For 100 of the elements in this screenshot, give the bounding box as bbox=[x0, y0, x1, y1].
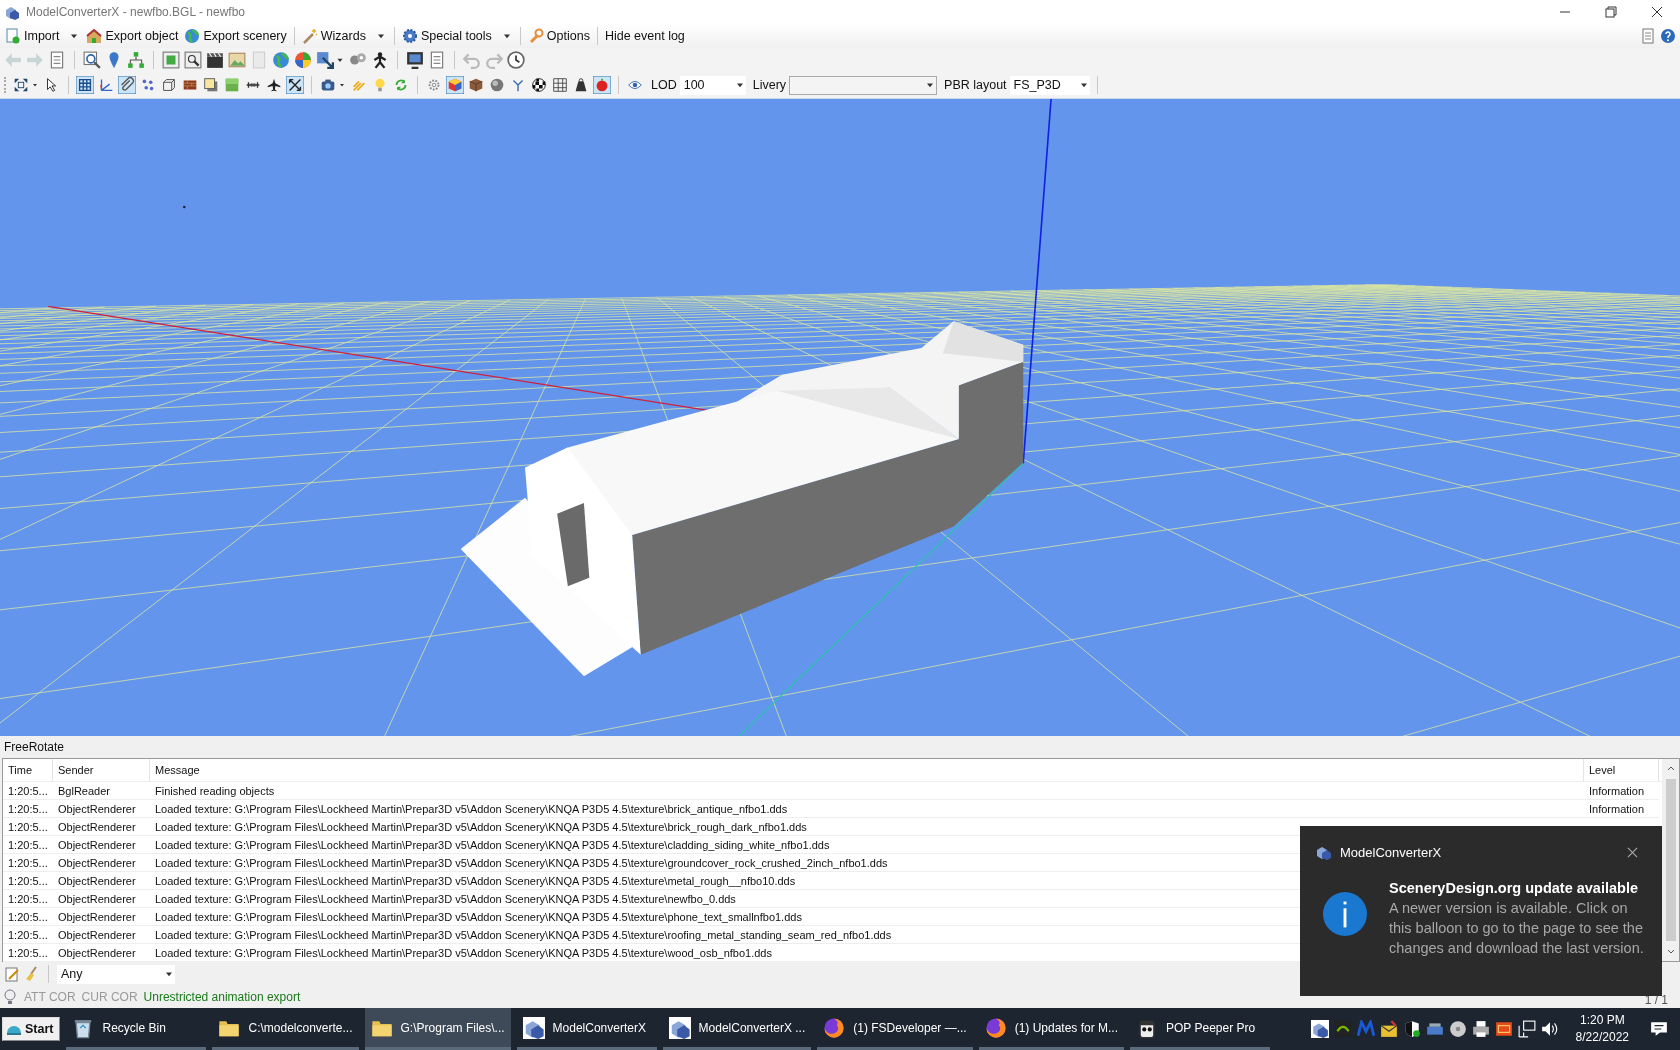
notifications-icon[interactable] bbox=[1650, 1020, 1668, 1038]
network-icon[interactable] bbox=[1517, 1020, 1536, 1038]
table-cell: Loaded texture: G:\Program Files\Lockheed Martin\Prepar3D v5\Addon Scenery\KNQA P3D5 4.5\texture\cladding_siding_white_nfbo1.dds bbox=[155, 838, 830, 851]
view-mode-label: FreeRotate bbox=[4, 740, 65, 754]
taskbar-button[interactable]: Recycle Bin bbox=[66, 1008, 207, 1050]
clock[interactable]: 1:20 PM 8/22/2022 bbox=[1575, 1012, 1629, 1046]
column-header[interactable]: Time bbox=[3, 759, 53, 781]
pbr-layout-dropdown[interactable]: FS_P3D bbox=[1009, 75, 1090, 95]
menu-button[interactable]: Export scenery bbox=[181, 26, 290, 46]
app-icon bbox=[522, 1016, 545, 1039]
taskbar-button[interactable]: ModelConverterX bbox=[516, 1008, 657, 1050]
square-icon[interactable] bbox=[202, 76, 220, 94]
house-icon bbox=[86, 28, 103, 44]
cube-wire-icon[interactable] bbox=[160, 76, 178, 94]
notification-toast[interactable]: ModelConverterX SceneryDesign.org update available A newer version is available. Click on this balloon to go to the page to see the changes and download the last version. bbox=[1300, 826, 1662, 996]
monitor-icon[interactable] bbox=[406, 51, 424, 69]
table-cell: Loaded texture: G:\Program Files\Lockheed Martin\Prepar3D v5\Addon Scenery\KNQA P3D5 4.5\texture\phone_text_smallnfbo1.dds bbox=[155, 910, 802, 923]
cross-arrows-icon[interactable] bbox=[286, 76, 304, 94]
notification-title: SceneryDesign.org update available bbox=[1389, 879, 1639, 898]
info-icon bbox=[1323, 892, 1367, 936]
table-cell-text: 1:20:5... bbox=[7, 856, 49, 869]
globe-icon[interactable] bbox=[272, 51, 290, 69]
zoom-box-icon[interactable] bbox=[184, 51, 202, 69]
printer-icon[interactable] bbox=[1471, 1020, 1490, 1038]
table-cell-text: 1:20:5... bbox=[7, 946, 49, 959]
envelope-icon[interactable] bbox=[1379, 1020, 1398, 1038]
table-cell-text: ObjectRenderer bbox=[57, 910, 137, 923]
page-icon[interactable] bbox=[428, 51, 446, 69]
box-icon[interactable] bbox=[467, 76, 485, 94]
table-cell-text: ObjectRenderer bbox=[57, 856, 137, 869]
tree-icon[interactable] bbox=[127, 51, 145, 69]
livery-label: Livery bbox=[752, 78, 787, 92]
table-cell: Finished reading objects bbox=[155, 784, 275, 797]
taskbar-button[interactable]: G:\Program Files\... bbox=[364, 1008, 511, 1050]
magnifier-icon[interactable] bbox=[83, 51, 101, 69]
menu-button[interactable]: Options bbox=[524, 26, 593, 46]
lightbulb-icon bbox=[2, 989, 18, 1005]
table-cell-text: 1:20:5... bbox=[7, 892, 49, 905]
taskbar-button[interactable]: C:\modelconverte... bbox=[212, 1008, 359, 1050]
menu-button[interactable]: Export object bbox=[83, 26, 182, 46]
taskbar-button[interactable]: ModelConverterX ... bbox=[662, 1008, 812, 1050]
help-icon[interactable] bbox=[1660, 28, 1676, 44]
broom-icon[interactable] bbox=[24, 966, 40, 982]
grid-dots-icon[interactable] bbox=[551, 76, 569, 94]
notification-message: A newer version is available. Click on this balloon to go to the page to see the changes and download the last version. bbox=[1389, 899, 1645, 958]
table-cell-text: 1:20:5... bbox=[7, 838, 49, 851]
column-header[interactable]: Message bbox=[150, 759, 1584, 781]
grid-icon[interactable] bbox=[76, 76, 94, 94]
lod-dropdown[interactable]: 100 bbox=[679, 75, 746, 95]
grass-tile-icon[interactable] bbox=[223, 76, 241, 94]
scanner-icon[interactable] bbox=[1425, 1020, 1444, 1038]
menu-button[interactable]: Wizards bbox=[298, 26, 390, 46]
apple-icon[interactable] bbox=[593, 76, 611, 94]
column-header[interactable]: Level bbox=[1584, 759, 1659, 781]
level-filter-dropdown[interactable]: Any bbox=[57, 964, 175, 984]
status-text: ATT COR bbox=[24, 990, 76, 1004]
menu-button[interactable]: Special tools bbox=[398, 26, 516, 46]
table-cell-text: 1:20:5... bbox=[7, 820, 49, 833]
color-cube-icon[interactable] bbox=[446, 76, 464, 94]
app-icon[interactable] bbox=[1310, 1020, 1329, 1038]
3d-viewport[interactable] bbox=[0, 99, 1680, 736]
sphere-icon[interactable] bbox=[488, 76, 506, 94]
app-icon bbox=[4, 4, 20, 20]
column-header[interactable]: Sender bbox=[53, 759, 150, 781]
close-icon[interactable] bbox=[1627, 846, 1638, 858]
start-button[interactable]: Start bbox=[2, 1017, 61, 1041]
arrow-box-icon[interactable] bbox=[316, 51, 334, 69]
magic-wand-icon bbox=[301, 28, 318, 44]
status-text: CUR COR bbox=[81, 990, 138, 1004]
speaker-icon[interactable] bbox=[1540, 1020, 1559, 1038]
table-cell-text: 1:20:5... bbox=[7, 910, 49, 923]
pie-icon[interactable] bbox=[294, 51, 312, 69]
menu-button[interactable]: Import bbox=[2, 26, 84, 46]
page-icon[interactable] bbox=[48, 51, 66, 69]
shield-icon[interactable] bbox=[1402, 1020, 1421, 1038]
table-cell: Loaded texture: G:\Program Files\Lockheed Martin\Prepar3D v5\Addon Scenery\KNQA P3D5 4.5\texture\brick_antique_nfbo1.dds bbox=[155, 802, 788, 815]
clock-icon[interactable] bbox=[507, 51, 525, 69]
pbr-layout-label: PBR layout bbox=[944, 78, 1007, 92]
table-cell-text: BglReader bbox=[57, 784, 111, 797]
table-cell: Loaded texture: G:\Program Files\Lockheed Martin\Prepar3D v5\Addon Scenery\KNQA P3D5 4.5\texture\metal_rough__nfbo10.dds bbox=[155, 874, 796, 887]
notification-app-name: ModelConverterX bbox=[1340, 844, 1442, 860]
taskbar-button[interactable]: (1) Updates for M... bbox=[978, 1008, 1125, 1050]
table-cell: Loaded texture: G:\Program Files\Lockheed Martin\Prepar3D v5\Addon Scenery\KNQA P3D5 4.5\texture\wood_osb_nfbo1.dds bbox=[155, 946, 772, 959]
taskbar-button[interactable]: (1) FSDeveloper —... bbox=[817, 1008, 973, 1050]
figure-icon[interactable] bbox=[371, 51, 389, 69]
table-cell-text: 1:20:5... bbox=[7, 874, 49, 887]
disc-icon[interactable] bbox=[1448, 1020, 1467, 1038]
taskbar-button[interactable]: POP Peeper Pro bbox=[1130, 1008, 1271, 1050]
expand-icon[interactable] bbox=[12, 76, 30, 94]
table-cell-text: ObjectRenderer bbox=[57, 946, 137, 959]
browser-icon bbox=[823, 1016, 846, 1039]
table-cell-text: ObjectRenderer bbox=[57, 892, 137, 905]
paperclip-icon[interactable] bbox=[118, 76, 136, 94]
notepad-icon[interactable] bbox=[4, 966, 20, 982]
table-cell: Loaded texture: G:\Program Files\Lockheed Martin\Prepar3D v5\Addon Scenery\KNQA P3D5 4.5\texture\newfbo_0.dds bbox=[155, 892, 736, 905]
scrollbar[interactable] bbox=[1662, 759, 1679, 961]
checker-icon[interactable] bbox=[530, 76, 548, 94]
menu-button[interactable]: Hide event log bbox=[601, 27, 688, 45]
window-title: ModelConverterX - newfbo.BGL - newfbo bbox=[26, 5, 245, 19]
clapper-icon[interactable] bbox=[206, 51, 224, 69]
